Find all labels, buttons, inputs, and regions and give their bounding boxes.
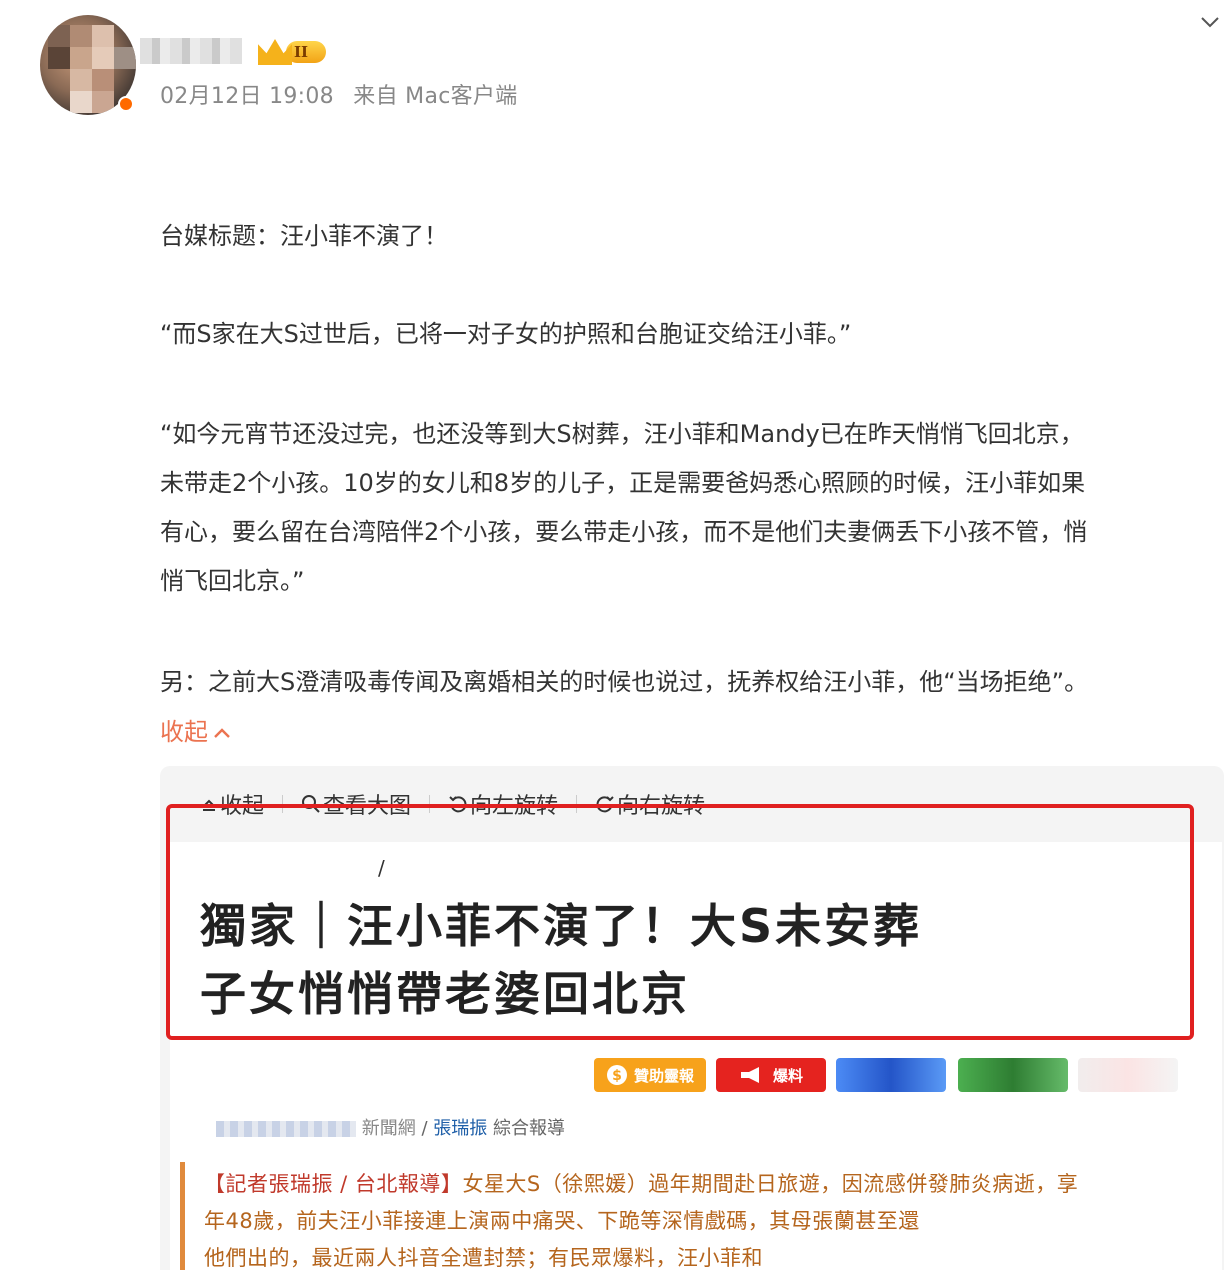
share-button-blurred[interactable] bbox=[836, 1058, 946, 1092]
post-paragraph: 有心，要么留在台湾陪伴2个小孩，要么带走小孩，而不是他们夫妻俩丢下小孩不管，悄 bbox=[160, 518, 1088, 546]
post-source: 来自 Mac客户端 bbox=[353, 84, 518, 109]
quote-bar bbox=[180, 1162, 185, 1270]
chevron-down-icon[interactable] bbox=[1200, 12, 1220, 32]
collapse-text-link[interactable]: 收起 bbox=[160, 712, 232, 747]
article-tag: 【記者張瑞振 / 台北報導】 bbox=[204, 1172, 463, 1196]
vip-level: II bbox=[286, 41, 326, 63]
crown-icon bbox=[258, 39, 292, 65]
post-meta: 02月12日 19:08 来自 Mac客户端 bbox=[160, 78, 530, 110]
dollar-icon: $ bbox=[606, 1065, 627, 1085]
article-body-line: 【記者張瑞振 / 台北報導】女星大S（徐熙媛）過年期間赴日旅遊，因流感併發肺炎病… bbox=[204, 1166, 1078, 1203]
svg-text:$: $ bbox=[612, 1068, 622, 1084]
support-button[interactable]: $ 贊助靈報 bbox=[594, 1058, 706, 1092]
share-button-blurred[interactable] bbox=[958, 1058, 1068, 1092]
byline-type: 綜合報導 bbox=[493, 1118, 566, 1139]
post-paragraph: “如今元宵节还没过完，也还没等到大S树葬，汪小菲和Mandy已在昨天悄悄飞回北京… bbox=[160, 420, 1084, 448]
username-blurred[interactable] bbox=[140, 38, 242, 64]
highlight-frame bbox=[166, 804, 1194, 1040]
post-paragraph: 悄飞回北京。” bbox=[160, 567, 305, 595]
post-paragraph: 未带走2个小孩。10岁的女儿和8岁的儿子，正是需要爸妈悉心照顾的时候，汪小菲如果 bbox=[160, 469, 1086, 497]
article-body-line: 他們出的，最近兩人抖音全遭封禁；有民眾爆料，汪小菲和 bbox=[204, 1246, 763, 1270]
article-byline: 新聞網 / 張瑞振 綜合報導 bbox=[216, 1114, 565, 1140]
source-blurred bbox=[216, 1121, 356, 1137]
article-text: 女星大S（徐熙媛）過年期間赴日旅遊，因流感併發肺炎病逝，享 bbox=[462, 1172, 1079, 1196]
byline-separator: / bbox=[421, 1118, 428, 1139]
post-paragraph: 另：之前大S澄清吸毒传闻及离婚相关的时候也说过，抚养权给汪小菲，他“当场拒绝”。 bbox=[160, 668, 1089, 696]
byline-source: 新聞網 bbox=[361, 1118, 416, 1139]
article-body-line: 年48歲，前夫汪小菲接連上演兩中痛哭、下跪等深情戲碼，其母張蘭甚至還 bbox=[204, 1209, 920, 1233]
share-button-blurred[interactable] bbox=[1078, 1058, 1178, 1092]
post-timestamp[interactable]: 02月12日 19:08 bbox=[160, 84, 334, 109]
chevron-up-icon bbox=[214, 728, 230, 738]
megaphone-icon bbox=[740, 1067, 759, 1083]
post-paragraph: “而S家在大S过世后，已将一对子女的护照和台胞证交给汪小菲。” bbox=[160, 320, 852, 348]
vip-badge[interactable]: II bbox=[258, 38, 326, 66]
collapse-label: 收起 bbox=[160, 718, 208, 746]
post-paragraph: 台媒标题：汪小菲不演了！ bbox=[160, 222, 448, 250]
support-label: 贊助靈報 bbox=[633, 1066, 694, 1085]
report-label: 爆料 bbox=[772, 1066, 803, 1085]
byline-author[interactable]: 張瑞振 bbox=[433, 1118, 487, 1139]
avatar-verified-badge bbox=[118, 96, 134, 112]
report-button[interactable]: 爆料 bbox=[716, 1058, 826, 1092]
